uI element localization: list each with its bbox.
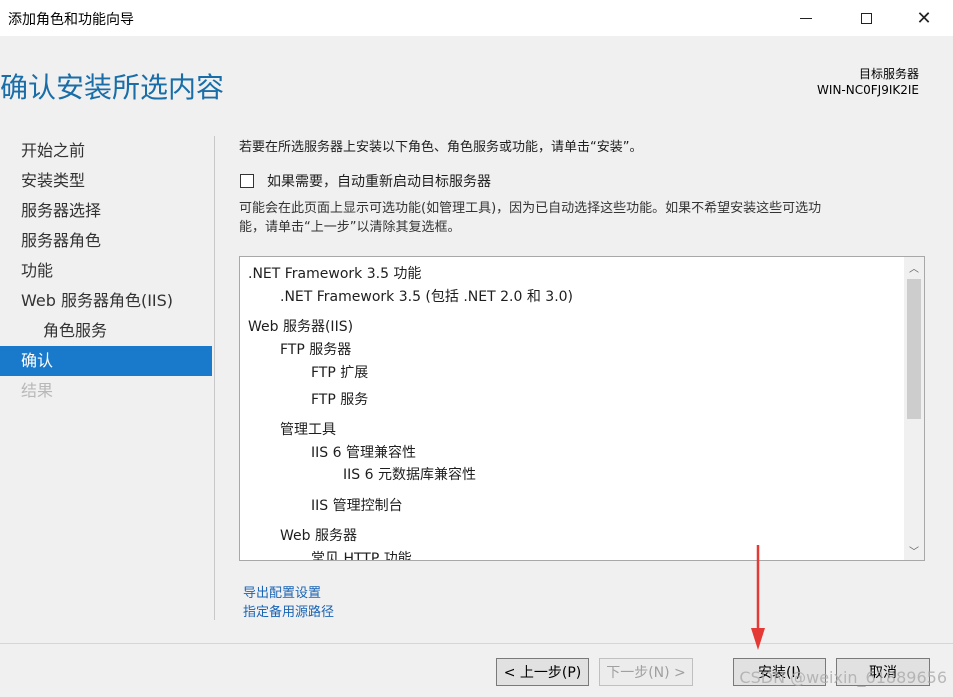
nav-item-role-services[interactable]: 角色服务: [0, 316, 212, 346]
scroll-thumb[interactable]: [907, 279, 921, 419]
list-item: FTP 服务: [311, 392, 369, 408]
nav-item-before-you-begin[interactable]: 开始之前: [0, 136, 212, 166]
wizard-nav: 开始之前 安装类型 服务器选择 服务器角色 功能 Web 服务器角色(IIS) …: [0, 136, 212, 406]
nav-item-server-selection[interactable]: 服务器选择: [0, 196, 212, 226]
minimize-icon: [800, 17, 812, 19]
nav-divider: [214, 136, 215, 620]
target-server-label: 目标服务器: [858, 67, 919, 81]
watermark: CSDN @weixin_61889656: [739, 668, 947, 687]
scroll-up-arrow-icon[interactable]: ︿: [904, 257, 924, 277]
features-list[interactable]: .NET Framework 3.5 功能 .NET Framework 3.5…: [239, 256, 925, 561]
list-scrollbar[interactable]: ︿ ﹀: [904, 257, 924, 560]
nav-item-features[interactable]: 功能: [0, 256, 212, 286]
next-button: 下一步(N) >: [599, 658, 693, 686]
list-item: 管理工具: [280, 422, 336, 438]
title-bar: 添加角色和功能向导 ✕: [0, 0, 953, 36]
list-item: 常见 HTTP 功能: [311, 551, 412, 561]
maximize-button[interactable]: [841, 0, 891, 36]
close-icon: ✕: [916, 7, 932, 29]
previous-button[interactable]: < 上一步(P): [496, 658, 589, 686]
list-item: .NET Framework 3.5 (包括 .NET 2.0 和 3.0): [280, 289, 574, 305]
list-item: IIS 6 元数据库兼容性: [343, 467, 476, 483]
target-server: 目标服务器 WIN-NC0FJ9IK2IE: [817, 66, 919, 98]
note-line: 可能会在此页面上显示可选功能(如管理工具)，因为已自动选择这些功能。如果不希望安…: [239, 201, 822, 216]
list-item: Web 服务器: [280, 528, 357, 544]
list-item: .NET Framework 3.5 功能: [248, 266, 422, 282]
close-button[interactable]: ✕: [899, 0, 949, 36]
list-item: FTP 扩展: [311, 365, 369, 381]
list-item: IIS 6 管理兼容性: [311, 445, 416, 461]
nav-item-installation-type[interactable]: 安装类型: [0, 166, 212, 196]
note-line: 能，请单击“上一步”以清除其复选框。: [239, 220, 461, 235]
list-item: Web 服务器(IIS): [248, 319, 354, 335]
maximize-icon: [860, 12, 872, 24]
optional-features-note: 可能会在此页面上显示可选功能(如管理工具)，因为已自动选择这些功能。如果不希望安…: [239, 199, 919, 237]
target-server-name: WIN-NC0FJ9IK2IE: [817, 83, 919, 97]
list-item: FTP 服务器: [280, 342, 352, 358]
export-config-link[interactable]: 导出配置设置: [243, 582, 321, 601]
auto-restart-label[interactable]: 如果需要，自动重新启动目标服务器: [267, 171, 491, 191]
auto-restart-option[interactable]: 如果需要，自动重新启动目标服务器: [240, 171, 491, 191]
auto-restart-checkbox[interactable]: [240, 174, 254, 188]
page-title: 确认安装所选内容: [0, 71, 225, 104]
window-title: 添加角色和功能向导: [8, 12, 134, 28]
nav-item-confirmation[interactable]: 确认: [0, 346, 212, 376]
nav-item-server-roles[interactable]: 服务器角色: [0, 226, 212, 256]
minimize-button[interactable]: [781, 0, 831, 36]
alternate-source-link[interactable]: 指定备用源路径: [243, 601, 334, 620]
nav-item-web-server-role[interactable]: Web 服务器角色(IIS): [0, 286, 212, 316]
nav-item-results: 结果: [21, 381, 54, 400]
list-item: IIS 管理控制台: [311, 498, 403, 514]
scroll-down-arrow-icon[interactable]: ﹀: [904, 540, 924, 560]
instruction-text: 若要在所选服务器上安装以下角色、角色服务或功能，请单击“安装”。: [239, 140, 643, 155]
